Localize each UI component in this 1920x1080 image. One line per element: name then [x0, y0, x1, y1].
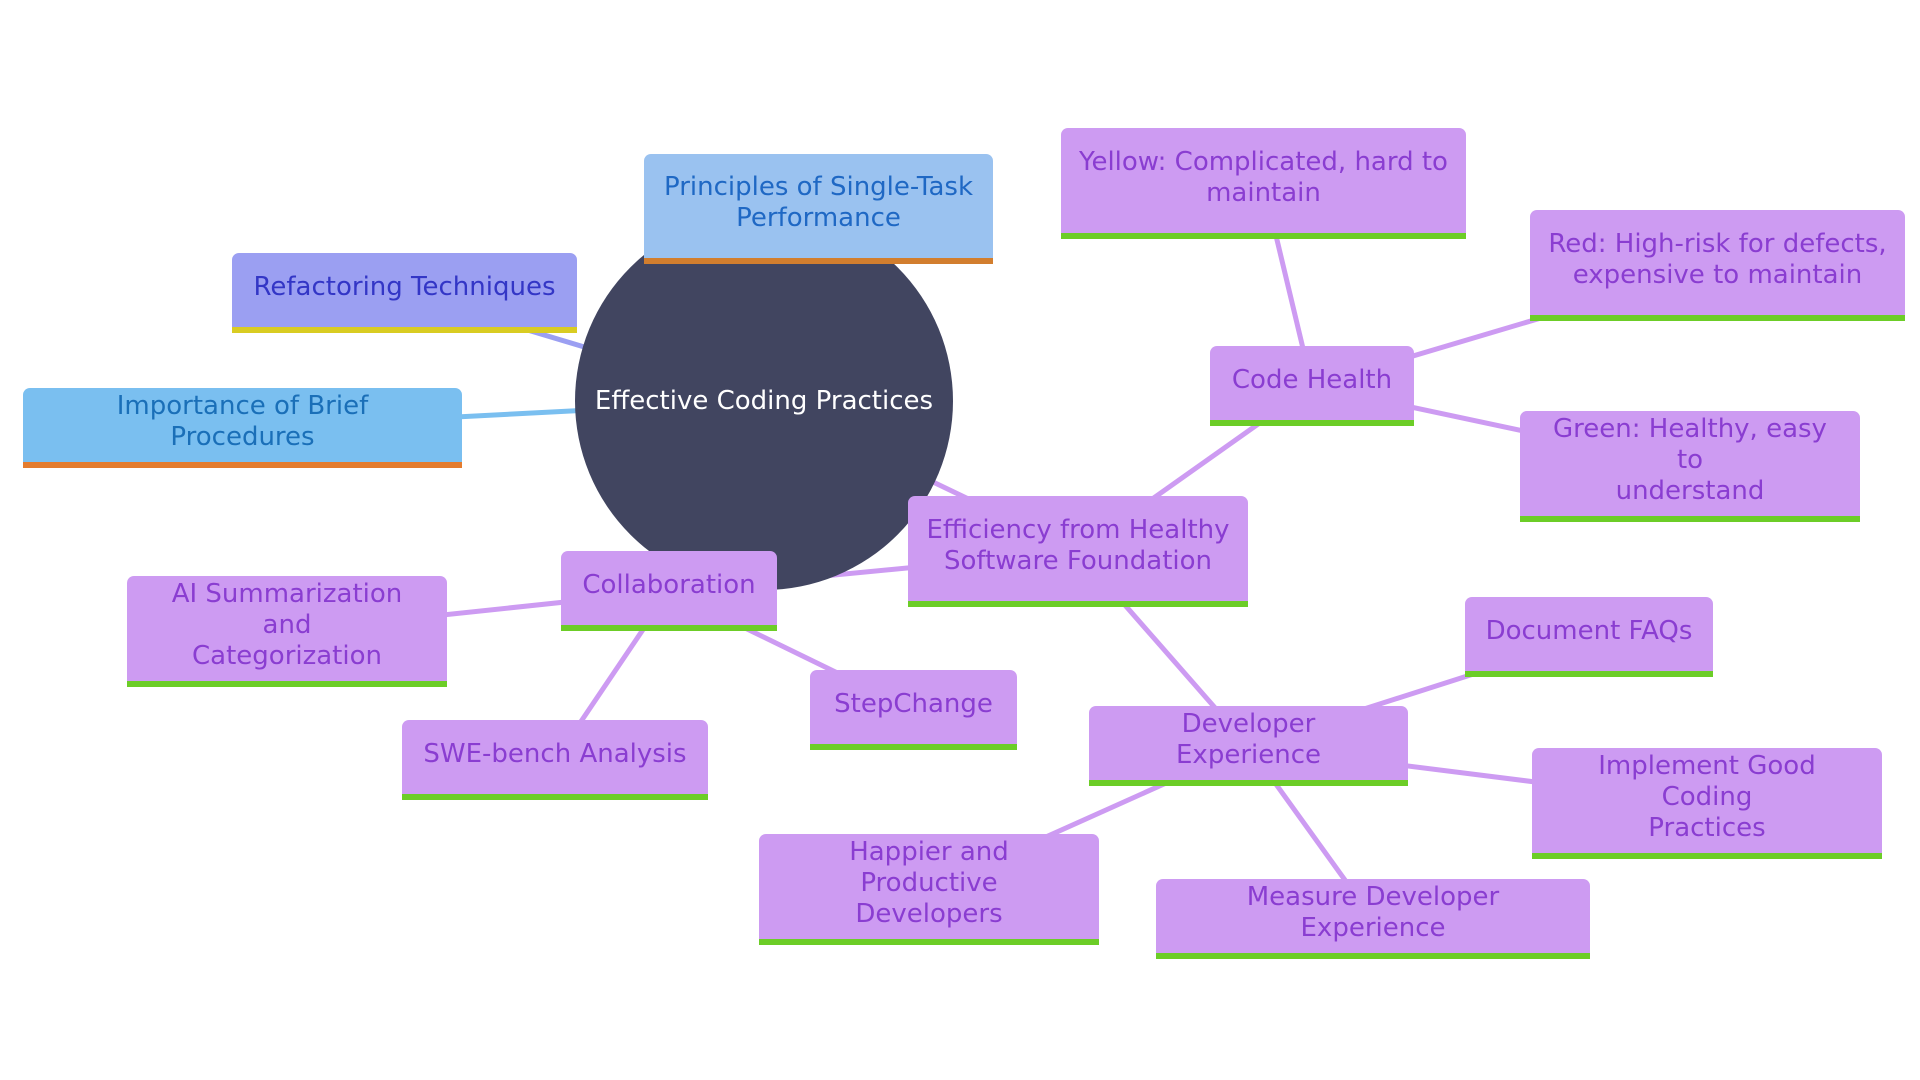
node-label-line: Happier and Productive: [849, 837, 1009, 898]
root-node[interactable]: Effective Coding Practices: [575, 212, 953, 590]
node-label-line: Code Health: [1231, 364, 1393, 395]
node-document-faqs[interactable]: Document FAQs: [1465, 597, 1713, 677]
node-code-health[interactable]: Code Health: [1210, 346, 1414, 426]
node-stepchange[interactable]: StepChange: [810, 670, 1017, 750]
node-label-line: expensive to maintain: [1572, 259, 1863, 290]
node-green-healthy[interactable]: Green: Healthy, easy to understand: [1520, 411, 1860, 522]
node-label-line: Implement Good Coding: [1598, 751, 1816, 812]
node-label-line: Practices: [1648, 813, 1766, 843]
node-happier-and-productive-developers[interactable]: Happier and Productive Developers: [759, 834, 1099, 945]
node-label-line: maintain: [1206, 177, 1321, 208]
node-label-line: Yellow: Complicated, hard to: [1079, 146, 1448, 177]
node-label-line: Importance of Brief Procedures: [116, 391, 369, 452]
node-red-high-risk[interactable]: Red: High-risk for defects, expensive to …: [1530, 210, 1905, 321]
root-label: Effective Coding Practices: [594, 386, 934, 416]
node-importance-of-brief-procedures[interactable]: Importance of Brief Procedures: [23, 388, 462, 468]
node-developer-experience[interactable]: Developer Experience: [1089, 706, 1408, 786]
node-ai-summarization-and-categorization[interactable]: AI Summarization and Categorization: [127, 576, 447, 687]
node-label-line: Principles of Single-Task: [663, 172, 974, 202]
node-label-line: Green: Healthy, easy to: [1553, 414, 1827, 475]
node-label-line: understand: [1615, 476, 1765, 506]
node-label-line: SWE-bench Analysis: [423, 738, 687, 769]
node-label-line: Collaboration: [582, 569, 756, 600]
node-label-line: StepChange: [834, 688, 993, 719]
node-label-line: Refactoring Techniques: [253, 271, 556, 302]
node-principles-of-single-task-performance[interactable]: Principles of Single-Task Performance: [644, 154, 993, 264]
node-label-line: Performance: [736, 203, 901, 233]
node-label-line: Red: High-risk for defects,: [1548, 228, 1887, 259]
node-label-line: Developer Experience: [1176, 709, 1321, 770]
node-label-line: Developers: [855, 899, 1003, 929]
node-label-line: Measure Developer Experience: [1246, 882, 1500, 943]
node-efficiency-from-healthy-software-foundation[interactable]: Efficiency from Healthy Software Foundati…: [908, 496, 1248, 607]
node-implement-good-coding-practices[interactable]: Implement Good Coding Practices: [1532, 748, 1882, 859]
node-swe-bench-analysis[interactable]: SWE-bench Analysis: [402, 720, 708, 800]
node-label-line: Categorization: [192, 641, 382, 671]
node-yellow-complicated[interactable]: Yellow: Complicated, hard to maintain: [1061, 128, 1466, 239]
node-label-line: Efficiency from Healthy: [926, 514, 1230, 545]
node-refactoring-techniques[interactable]: Refactoring Techniques: [232, 253, 577, 333]
node-collaboration[interactable]: Collaboration: [561, 551, 777, 631]
node-measure-developer-experience[interactable]: Measure Developer Experience: [1156, 879, 1590, 959]
node-label-line: AI Summarization and: [171, 579, 403, 640]
node-label-line: Document FAQs: [1485, 615, 1693, 646]
node-label-line: Software Foundation: [943, 545, 1212, 576]
